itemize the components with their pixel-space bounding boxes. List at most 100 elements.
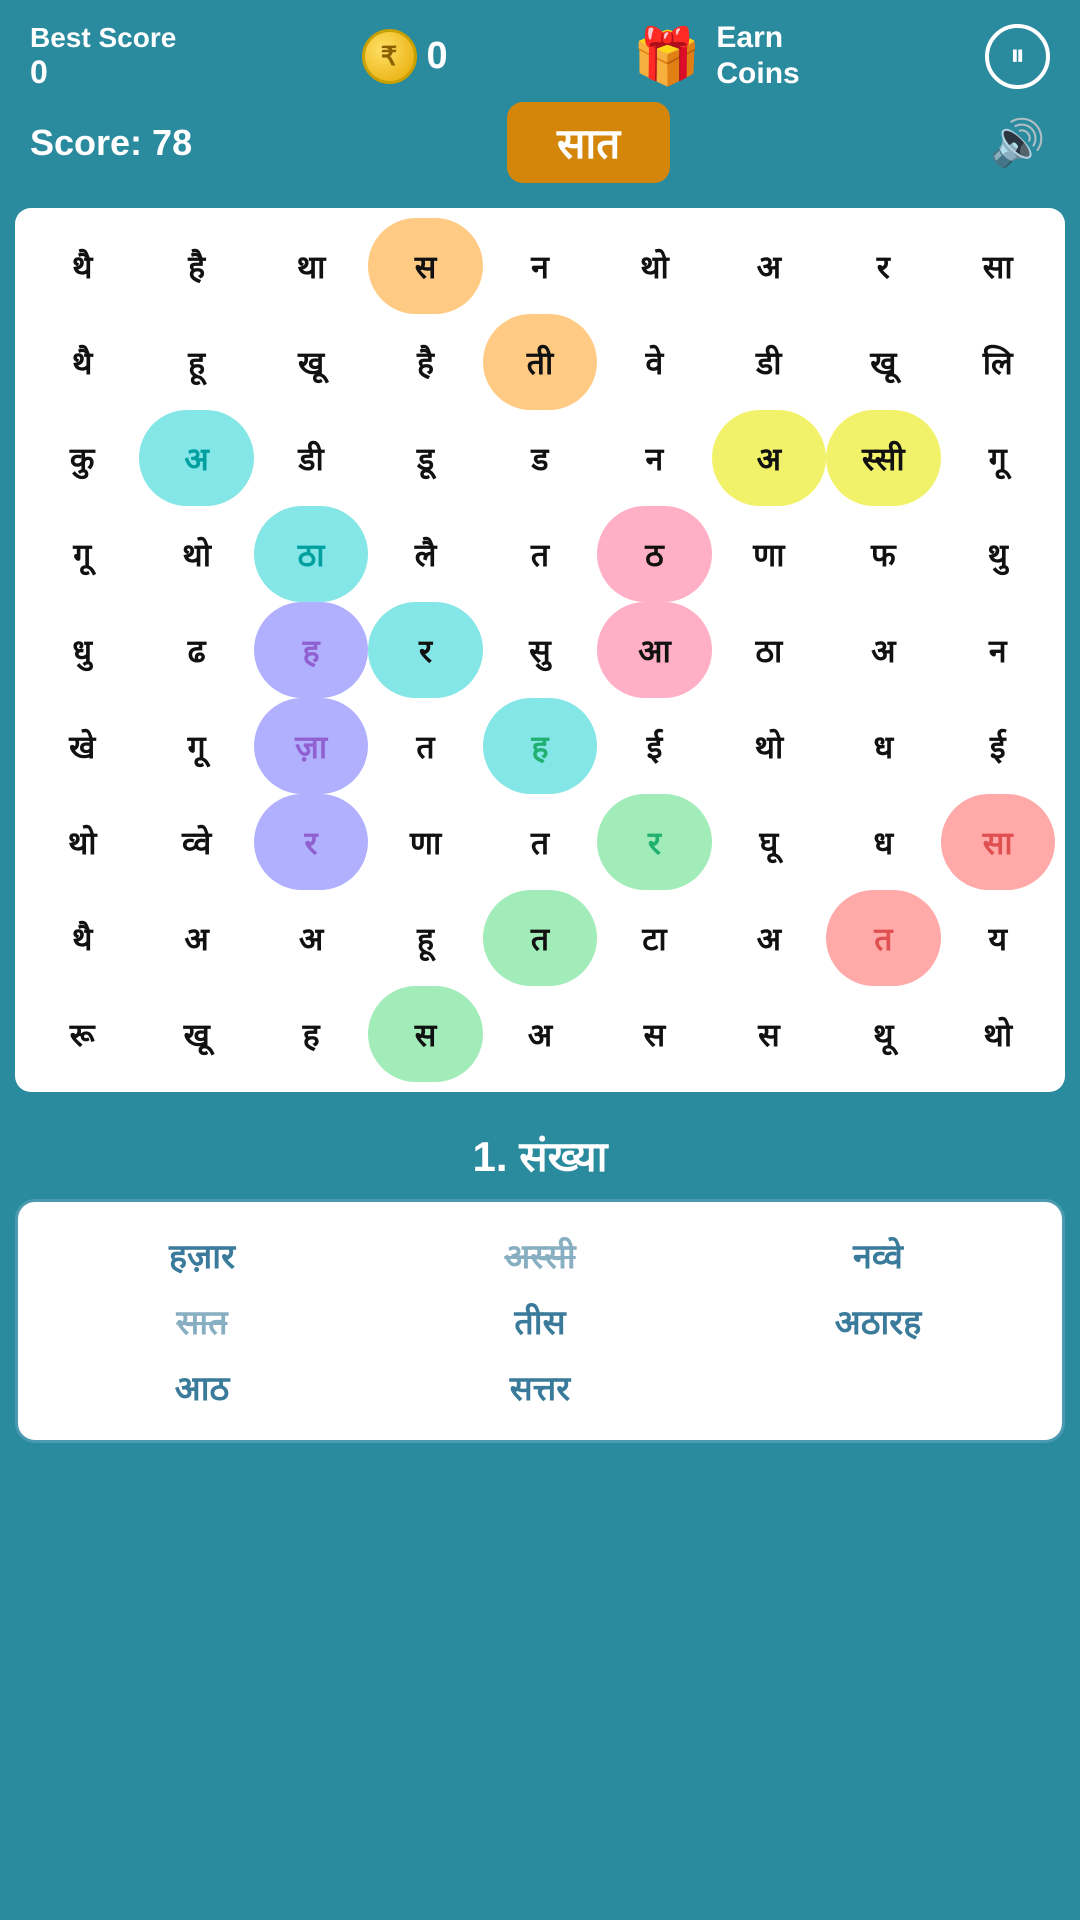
grid-cell[interactable]: अ: [483, 986, 597, 1082]
grid-cell[interactable]: थो: [712, 698, 826, 794]
grid-cell[interactable]: गू: [139, 698, 253, 794]
best-score-value: 0: [30, 54, 48, 91]
grid-cell[interactable]: सा: [941, 218, 1055, 314]
grid-cell[interactable]: खू: [254, 314, 368, 410]
grid-cell[interactable]: त: [483, 506, 597, 602]
word-list: हज़ारअस्सीनव्वे साततीसअठारह आठसत्तर: [15, 1199, 1065, 1443]
word-item[interactable]: अस्सी: [376, 1232, 704, 1278]
grid-cell[interactable]: ड: [483, 410, 597, 506]
grid-cell[interactable]: लै: [368, 506, 482, 602]
grid-cell[interactable]: हू: [139, 314, 253, 410]
grid-cell[interactable]: ढ: [139, 602, 253, 698]
earn-coins-area[interactable]: 🎁 EarnCoins: [633, 20, 800, 92]
grid-cell[interactable]: ती: [483, 314, 597, 410]
word-item[interactable]: तीस: [376, 1298, 704, 1344]
grid-cell[interactable]: थू: [826, 986, 940, 1082]
word-item[interactable]: नव्वे: [714, 1232, 1042, 1278]
grid-cell[interactable]: वे: [597, 314, 711, 410]
grid-cell[interactable]: थो: [941, 986, 1055, 1082]
word-item[interactable]: हज़ार: [38, 1232, 366, 1278]
grid-cell[interactable]: णा: [712, 506, 826, 602]
grid-cell[interactable]: अ: [254, 890, 368, 986]
grid-cell[interactable]: थो: [139, 506, 253, 602]
grid-cell[interactable]: स: [368, 986, 482, 1082]
grid-cell[interactable]: फ: [826, 506, 940, 602]
grid-cell[interactable]: सु: [483, 602, 597, 698]
sound-icon: 🔊: [989, 116, 1045, 169]
grid-cell[interactable]: खू: [139, 986, 253, 1082]
grid-cell[interactable]: स: [712, 986, 826, 1082]
grid-cell[interactable]: लि: [941, 314, 1055, 410]
grid-cell[interactable]: गू: [25, 506, 139, 602]
grid-cell[interactable]: टा: [597, 890, 711, 986]
grid-cell[interactable]: स्सी: [826, 410, 940, 506]
grid-cell[interactable]: न: [597, 410, 711, 506]
current-word-button[interactable]: सात: [507, 102, 670, 183]
grid-cell[interactable]: थु: [941, 506, 1055, 602]
header: Best Score 0 ₹ 0 🎁 EarnCoins ⏸: [0, 0, 1080, 102]
grid-cell[interactable]: था: [254, 218, 368, 314]
grid-cell[interactable]: गू: [941, 410, 1055, 506]
grid-cell[interactable]: य: [941, 890, 1055, 986]
grid-cell[interactable]: अ: [712, 410, 826, 506]
grid-cell[interactable]: हू: [368, 890, 482, 986]
grid-cell[interactable]: खे: [25, 698, 139, 794]
grid-cell[interactable]: अ: [139, 890, 253, 986]
coin-area: ₹ 0: [362, 29, 448, 84]
grid-cell[interactable]: ठा: [712, 602, 826, 698]
grid-cell[interactable]: है: [368, 314, 482, 410]
grid-cell[interactable]: कु: [25, 410, 139, 506]
grid-cell[interactable]: घू: [712, 794, 826, 890]
word-item[interactable]: अठारह: [714, 1298, 1042, 1344]
word-item[interactable]: आठ: [38, 1364, 366, 1410]
best-score-section: Best Score 0: [30, 22, 176, 91]
grid-cell[interactable]: न: [941, 602, 1055, 698]
grid-cell[interactable]: सा: [941, 794, 1055, 890]
grid-cell[interactable]: ठ: [597, 506, 711, 602]
word-item[interactable]: सात: [38, 1298, 366, 1344]
word-item[interactable]: सत्तर: [376, 1364, 704, 1410]
grid-cell[interactable]: स: [597, 986, 711, 1082]
grid-cell[interactable]: अ: [712, 890, 826, 986]
grid-cell[interactable]: त: [826, 890, 940, 986]
grid-cell[interactable]: न: [483, 218, 597, 314]
grid-cell[interactable]: खू: [826, 314, 940, 410]
grid-cell[interactable]: ई: [597, 698, 711, 794]
grid-cell[interactable]: ध: [826, 698, 940, 794]
grid-cell[interactable]: ठा: [254, 506, 368, 602]
grid-cell[interactable]: र: [826, 218, 940, 314]
grid-cell[interactable]: थै: [25, 890, 139, 986]
grid-cell[interactable]: थो: [597, 218, 711, 314]
grid-cell[interactable]: आ: [597, 602, 711, 698]
grid-cell[interactable]: थै: [25, 314, 139, 410]
grid-cell[interactable]: णा: [368, 794, 482, 890]
grid-cell[interactable]: ध: [826, 794, 940, 890]
grid-cell[interactable]: र: [254, 794, 368, 890]
pause-icon: ⏸: [1010, 39, 1025, 73]
grid-cell[interactable]: ई: [941, 698, 1055, 794]
grid-cell[interactable]: ह: [483, 698, 597, 794]
grid-cell[interactable]: अ: [139, 410, 253, 506]
grid-cell[interactable]: त: [368, 698, 482, 794]
grid-cell[interactable]: डी: [712, 314, 826, 410]
grid-cell[interactable]: डू: [368, 410, 482, 506]
grid-cell[interactable]: ह: [254, 602, 368, 698]
grid-cell[interactable]: ज़ा: [254, 698, 368, 794]
grid-cell[interactable]: र: [597, 794, 711, 890]
grid-cell[interactable]: है: [139, 218, 253, 314]
grid-cell[interactable]: त: [483, 794, 597, 890]
grid-cell[interactable]: रू: [25, 986, 139, 1082]
grid-cell[interactable]: अ: [826, 602, 940, 698]
grid-cell[interactable]: व्वे: [139, 794, 253, 890]
pause-button[interactable]: ⏸: [985, 24, 1050, 89]
grid-cell[interactable]: र: [368, 602, 482, 698]
sound-button[interactable]: 🔊: [985, 110, 1050, 175]
grid-cell[interactable]: धु: [25, 602, 139, 698]
grid-cell[interactable]: डी: [254, 410, 368, 506]
grid-cell[interactable]: अ: [712, 218, 826, 314]
grid-cell[interactable]: स: [368, 218, 482, 314]
grid-cell[interactable]: थै: [25, 218, 139, 314]
grid-cell[interactable]: त: [483, 890, 597, 986]
grid-cell[interactable]: ह: [254, 986, 368, 1082]
grid-cell[interactable]: थो: [25, 794, 139, 890]
